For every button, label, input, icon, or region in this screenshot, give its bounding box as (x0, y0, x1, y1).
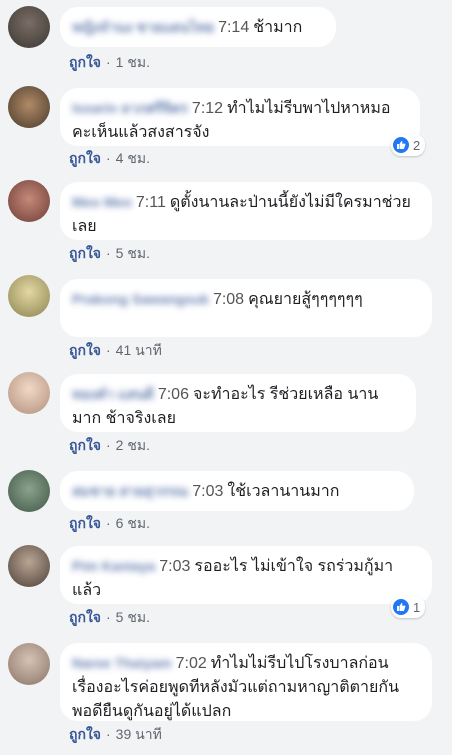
comment-age: 41 นาที (115, 342, 162, 358)
avatar[interactable] (8, 86, 50, 128)
separator-dot: · (106, 54, 111, 70)
separator-dot: · (106, 609, 111, 625)
avatar[interactable] (8, 372, 50, 414)
comment-bubble: หญิงจำนง ชายแดนไทย 7:14 ช้ามาก (60, 7, 336, 47)
reaction-number: 2 (413, 137, 421, 153)
like-link[interactable]: ถูกใจ (69, 150, 101, 166)
commenter-name[interactable]: Prakong Sawangsuk (72, 291, 209, 307)
thumbs-up-icon (393, 137, 409, 153)
comment-age: 5 ชม. (115, 609, 150, 625)
avatar[interactable] (8, 275, 50, 317)
comment-actions: ถูกใจ · 6 ชม. (69, 513, 150, 535)
comment-actions: ถูกใจ · 41 นาที (69, 340, 162, 362)
like-link[interactable]: ถูกใจ (69, 342, 101, 358)
comment-time: 7:06 (157, 386, 189, 403)
comment-text: คุณยายสู้ๆๆๆๆๆๆ (248, 291, 363, 308)
comment-bubble: สมชาย สายสุวรรณ 7:03 ใช้เวลานานมาก (60, 471, 414, 511)
comment-age: 6 ชม. (115, 515, 150, 531)
comment-age: 1 ชม. (115, 54, 150, 70)
comment-bubble: Pim Kaniaya 7:03 รออะไร ไม่เข้าใจ รถร่วมกู… (60, 546, 432, 604)
comment-text: ช้ามาก (253, 19, 303, 36)
avatar[interactable] (8, 545, 50, 587)
like-link[interactable]: ถูกใจ (69, 437, 101, 453)
comment-actions: ถูกใจ · 5 ชม. (69, 243, 150, 265)
like-link[interactable]: ถูกใจ (69, 245, 101, 261)
reaction-number: 1 (413, 599, 421, 615)
comment-bubble: ทองคำ แสนดี 7:06 จะทำอะไร รีช่วยเหลือ นานม… (60, 374, 416, 432)
comment-actions: ถูกใจ · 5 ชม. (69, 607, 150, 629)
avatar[interactable] (8, 470, 50, 512)
comment-actions: ถูกใจ · 1 ชม. (69, 52, 150, 74)
separator-dot: · (106, 515, 111, 531)
separator-dot: · (106, 245, 111, 261)
comment-time: 7:14 (218, 19, 250, 36)
comment-time: 7:12 (191, 100, 224, 117)
comment-actions: ถูกใจ · 39 นาที (69, 724, 162, 746)
like-link[interactable]: ถูกใจ (69, 609, 101, 625)
comment-bubble: Issarin ลาภศรีจิตร 7:12 ทำไมไม่รีบพาไปหาหม… (60, 88, 420, 146)
like-link[interactable]: ถูกใจ (69, 54, 101, 70)
comment-age: 4 ชม. (115, 150, 150, 166)
comment-age: 2 ชม. (115, 437, 150, 453)
comment-bubble: Naree Thaiyam 7:02 ทำไมไม่รีบไปโรงบาลก่อนเ… (60, 643, 432, 721)
avatar[interactable] (8, 643, 50, 685)
comment-actions: ถูกใจ · 2 ชม. (69, 435, 150, 457)
commenter-name[interactable]: Pim Kaniaya (72, 558, 155, 574)
comment-bubble: Prakong Sawangsuk 7:08 คุณยายสู้ๆๆๆๆๆๆ (60, 279, 432, 337)
comment-time: 7:11 (135, 194, 166, 211)
reaction-count[interactable]: 2 (391, 134, 426, 156)
separator-dot: · (106, 437, 111, 453)
commenter-name[interactable]: หญิงจำนง ชายแดนไทย (72, 19, 214, 35)
separator-dot: · (106, 726, 111, 742)
comment-time: 7:03 (159, 558, 191, 575)
thumbs-up-icon (393, 599, 409, 615)
comment-bubble: Meo Meo 7:11 ดูตั้งนานละป่านนี้ยังไม่มีใคร… (60, 182, 432, 240)
like-link[interactable]: ถูกใจ (69, 515, 101, 531)
comment-age: 39 นาที (115, 726, 162, 742)
avatar[interactable] (8, 180, 50, 222)
comment-time: 7:03 (192, 483, 224, 500)
commenter-name[interactable]: ทองคำ แสนดี (72, 386, 154, 402)
comment-age: 5 ชม. (115, 245, 150, 261)
like-link[interactable]: ถูกใจ (69, 726, 101, 742)
comment-actions: ถูกใจ · 4 ชม. (69, 148, 150, 170)
commenter-name[interactable]: Meo Meo (72, 194, 132, 210)
commenter-name[interactable]: สมชาย สายสุวรรณ (72, 483, 188, 499)
comment-time: 7:02 (175, 655, 207, 672)
reaction-count[interactable]: 1 (391, 596, 426, 618)
separator-dot: · (106, 150, 111, 166)
comment-text: ใช้เวลานานมาก (227, 483, 340, 500)
avatar[interactable] (8, 6, 50, 48)
comment-time: 7:08 (212, 291, 245, 308)
commenter-name[interactable]: Issarin ลาภศรีจิตร (72, 100, 188, 116)
separator-dot: · (106, 342, 111, 358)
commenter-name[interactable]: Naree Thaiyam (72, 655, 172, 671)
